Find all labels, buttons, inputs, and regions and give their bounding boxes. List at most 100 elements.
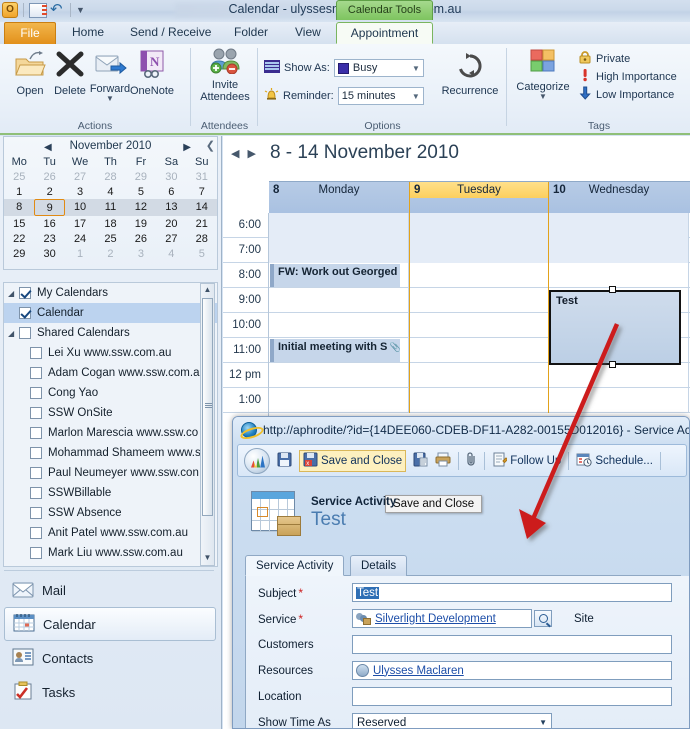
date-cell-23[interactable]: 23 <box>34 231 64 246</box>
calendar-list-rows[interactable]: ◢ My Calendars Calendar ◢ Shared Calendars Le… <box>4 283 217 566</box>
date-cell-21[interactable]: 21 <box>187 216 217 231</box>
date-cell-1[interactable]: 1 <box>4 184 34 199</box>
date-cell-30[interactable]: 30 <box>34 246 64 261</box>
tab-service-activity[interactable]: Service Activity <box>245 555 345 576</box>
day-header-wednesday[interactable]: 10 Wednesday <box>549 182 689 214</box>
date-cell-11[interactable]: 11 <box>95 199 126 216</box>
high-importance-row[interactable]: High Importance <box>578 68 677 85</box>
time-cell[interactable] <box>269 288 409 313</box>
date-cell-3[interactable]: 3 <box>126 246 156 261</box>
show-as-combo[interactable]: Busy ▼ <box>333 59 424 77</box>
calendar-checkbox[interactable] <box>30 347 42 359</box>
calendar-list-item[interactable]: ◢ Shared Calendars <box>4 323 217 343</box>
date-navigator[interactable]: ◀ November 2010 ▶ ❮ Mo Tu We Th Fr Sa Su 25 26 2… <box>3 136 218 270</box>
date-cell-1[interactable]: 1 <box>65 246 95 261</box>
onenote-button[interactable]: N OneNote <box>124 50 180 97</box>
subject-input[interactable]: Test <box>352 583 672 602</box>
date-navigator-days[interactable]: 25 26 27 28 29 30 31 1 2 3 4 5 6 7 8 9 10 11 12 13 14 15 16 17 1… <box>4 169 217 261</box>
module-button-calendar[interactable]: Calendar <box>4 607 216 641</box>
save-and-new-button[interactable] <box>413 452 428 470</box>
dialog-title-bar[interactable]: http://aphrodite/?id={14DEE060-CDEB-DF11… <box>233 417 689 443</box>
calendar-list-scrollbar[interactable]: ▲ ▼ <box>200 283 215 566</box>
module-buttons[interactable]: Mail Calendar Contacts Tasks <box>4 573 216 709</box>
date-cell-14[interactable]: 14 <box>186 199 217 216</box>
calendar-list-item[interactable]: Mark Liu www.ssw.com.au <box>4 543 217 563</box>
ribbon-tabstrip[interactable]: File Home Send / Receive Folder View App… <box>0 22 690 44</box>
location-input[interactable] <box>352 687 672 706</box>
date-cell-28[interactable]: 28 <box>95 169 125 184</box>
calendar-checkbox[interactable] <box>19 327 31 339</box>
scroll-up-icon[interactable]: ▲ <box>202 285 213 296</box>
date-cell-27[interactable]: 27 <box>156 231 186 246</box>
calendar-list[interactable]: ◢ My Calendars Calendar ◢ Shared Calendars Le… <box>3 282 218 567</box>
date-cell-5[interactable]: 5 <box>187 246 217 261</box>
date-cell-22[interactable]: 22 <box>4 231 34 246</box>
date-cell-27[interactable]: 27 <box>65 169 95 184</box>
private-row[interactable]: Private <box>578 50 630 67</box>
calendar-list-item[interactable]: Lei Xu www.ssw.com.au <box>4 343 217 363</box>
calendar-checkbox[interactable] <box>30 547 42 559</box>
time-cell[interactable] <box>409 313 549 338</box>
time-cell[interactable] <box>549 238 689 263</box>
resources-value-link[interactable]: Ulysses Maclaren <box>373 665 464 677</box>
calendar-list-item[interactable]: Adam Cogan www.ssw.com.a <box>4 363 217 383</box>
date-cell-6[interactable]: 6 <box>156 184 186 199</box>
date-cell-18[interactable]: 18 <box>95 216 125 231</box>
service-lookup-input[interactable]: Silverlight Development <box>352 609 532 628</box>
calendar-list-item[interactable]: Calendar <box>4 303 217 323</box>
calendar-list-item[interactable]: Paul Neumeyer www.ssw.con <box>4 463 217 483</box>
calendar-checkbox[interactable] <box>30 527 42 539</box>
calendar-list-item[interactable]: Marlon Marescia www.ssw.co <box>4 423 217 443</box>
date-cell-5[interactable]: 5 <box>126 184 156 199</box>
follow-up-button[interactable]: Follow Up <box>492 452 561 470</box>
save-and-close-button[interactable]: x Save and Close <box>299 449 407 472</box>
calendar-appointment[interactable]: FW: Work out Georged <box>270 264 400 287</box>
time-cell[interactable] <box>269 363 409 388</box>
calendar-list-item[interactable]: Eric Phan www.ssw.com.au <box>4 563 217 566</box>
date-cell-13[interactable]: 13 <box>156 199 187 216</box>
date-cell-25[interactable]: 25 <box>95 231 125 246</box>
expander-icon[interactable]: ◢ <box>8 289 19 298</box>
date-cell-2[interactable]: 2 <box>95 246 125 261</box>
calendar-checkbox[interactable] <box>30 487 42 499</box>
time-cell[interactable] <box>549 213 689 238</box>
date-cell-20[interactable]: 20 <box>156 216 186 231</box>
date-cell-30[interactable]: 30 <box>156 169 186 184</box>
calendar-list-item[interactable]: SSWBillable <box>4 483 217 503</box>
low-importance-row[interactable]: Low Importance <box>578 86 674 103</box>
calendar-next-button[interactable]: ▶ <box>247 147 255 160</box>
collapse-pane-icon[interactable]: ❮ <box>206 137 215 155</box>
save-button[interactable] <box>277 452 292 470</box>
time-cell[interactable] <box>549 388 689 413</box>
schedule-button[interactable]: Schedule... <box>576 452 653 470</box>
dialog-toolbar[interactable]: x Save and Close Follow Up Schedule... <box>237 444 687 477</box>
resize-handle[interactable] <box>609 286 616 293</box>
calendar-checkbox[interactable] <box>19 287 31 299</box>
time-cell[interactable] <box>409 288 549 313</box>
calendar-list-item[interactable]: Anit Patel www.ssw.com.au <box>4 523 217 543</box>
calendar-checkbox[interactable] <box>30 367 42 379</box>
time-cell[interactable] <box>549 363 689 388</box>
expander-icon[interactable]: ◢ <box>8 329 19 338</box>
calendar-appointment-selected[interactable]: Test <box>549 290 681 365</box>
show-time-as-select[interactable]: Reserved ▼ <box>352 713 552 728</box>
time-cell[interactable] <box>269 213 409 238</box>
tab-send-receive[interactable]: Send / Receive <box>120 22 221 44</box>
date-cell-17[interactable]: 17 <box>65 216 95 231</box>
next-month-button[interactable]: ▶ <box>183 139 191 157</box>
calendar-appointment[interactable]: Initial meeting with S 📎 <box>270 339 400 362</box>
attach-button[interactable] <box>466 451 477 470</box>
prev-month-button[interactable]: ◀ <box>44 139 52 157</box>
categorize-button[interactable]: Categorize ▼ <box>512 48 574 101</box>
calendar-checkbox[interactable] <box>30 407 42 419</box>
chevron-down-icon[interactable]: ▼ <box>512 92 574 101</box>
tab-file[interactable]: File <box>4 22 56 44</box>
tab-view[interactable]: View <box>285 22 331 44</box>
scroll-down-icon[interactable]: ▼ <box>202 553 213 564</box>
date-cell-29[interactable]: 29 <box>126 169 156 184</box>
reminder-row[interactable]: Reminder: 15 minutes ▼ <box>264 87 424 105</box>
calendar-list-item[interactable]: SSW OnSite <box>4 403 217 423</box>
time-cell[interactable] <box>269 238 409 263</box>
date-cell-28[interactable]: 28 <box>187 231 217 246</box>
tab-appointment[interactable]: Appointment <box>336 22 433 44</box>
